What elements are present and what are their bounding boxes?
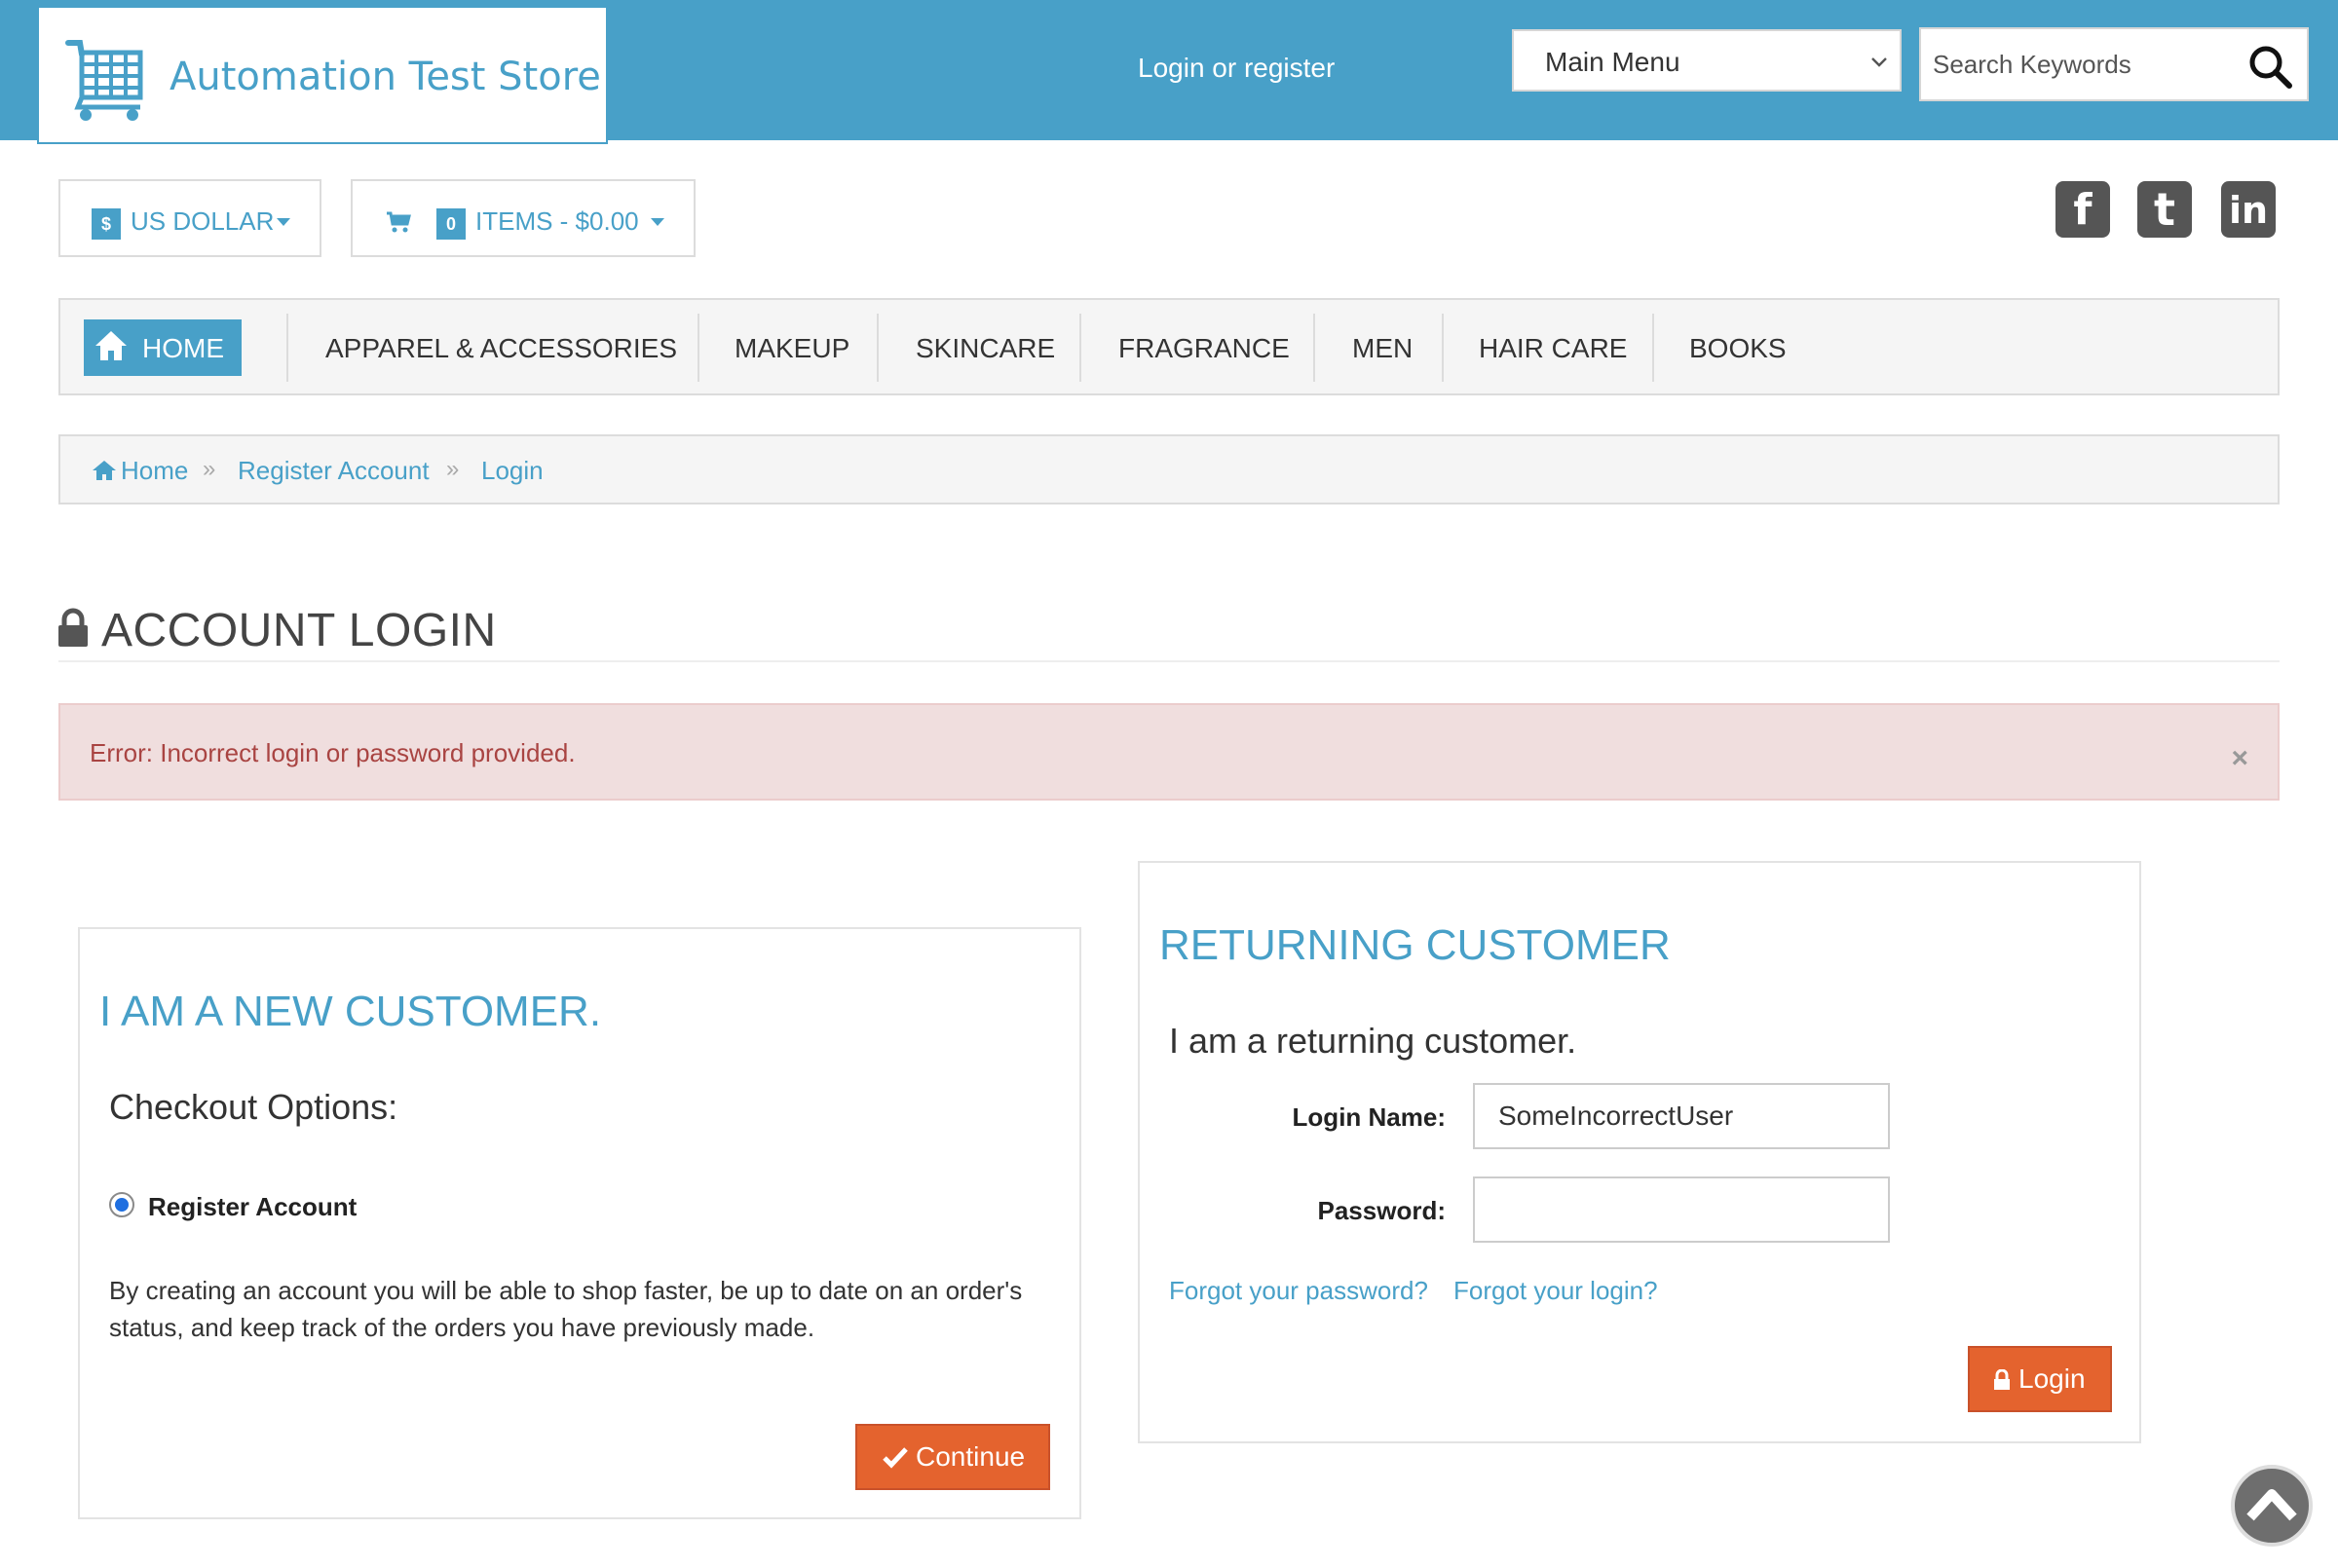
title-divider [58,660,2280,662]
search-icon[interactable] [2246,43,2293,90]
password-label: Password: [1317,1196,1447,1225]
currency-label: US DOLLAR [131,206,275,236]
breadcrumb-login[interactable]: Login [481,456,544,486]
lock-icon [58,608,88,647]
currency-dropdown[interactable]: $ US DOLLAR [58,179,321,257]
breadcrumb-home[interactable]: Home [121,456,188,486]
caret-down-icon [651,218,664,226]
logo-cart-icon [65,40,143,121]
returning-customer-panel: RETURNING CUSTOMER I am a returning cust… [1138,861,2141,1443]
cart-count-badge: 0 [436,208,466,240]
search-box [1919,27,2309,101]
forgot-password-link[interactable]: Forgot your password? [1169,1276,1428,1306]
search-input[interactable] [1931,39,2243,90]
returning-customer-title: RETURNING CUSTOMER [1159,921,1671,969]
forgot-login-link[interactable]: Forgot your login? [1453,1276,1658,1306]
scroll-to-top-button[interactable] [2231,1465,2313,1547]
breadcrumb-separator-icon: » [203,456,216,482]
nav-divider [286,314,288,382]
error-message: Error: Incorrect login or password provi… [90,738,576,767]
register-description: By creating an account you will be able … [109,1276,1023,1342]
store-logo[interactable]: Automation Test Store [37,6,608,144]
chevron-up-icon [2246,1489,2297,1521]
chevron-down-icon [1871,57,1887,67]
nav-divider [877,314,879,382]
store-name: Automation Test Store [170,55,601,99]
nav-divider [1652,314,1654,382]
breadcrumb-separator-icon: » [446,456,460,482]
page-title: ACCOUNT LOGIN [101,605,497,656]
category-nav: HOME APPAREL & ACCESSORIES MAKEUP SKINCA… [58,298,2280,395]
returning-customer-subtitle: I am a returning customer. [1169,1021,1577,1061]
main-menu-select[interactable]: Main Menu [1512,29,1902,92]
error-alert: Error: Incorrect login or password provi… [58,703,2280,801]
login-name-field[interactable] [1473,1083,1890,1149]
nav-divider [1079,314,1081,382]
register-account-radio[interactable] [109,1192,134,1217]
nav-divider [1442,314,1444,382]
linkedin-icon[interactable]: in [2221,181,2276,238]
new-customer-panel: I AM A NEW CUSTOMER. Checkout Options: R… [78,927,1081,1519]
breadcrumb: Home » Register Account » Login [58,434,2280,504]
password-field[interactable] [1473,1176,1890,1243]
home-icon [95,331,127,360]
nav-skincare[interactable]: SKINCARE [916,333,1055,364]
nav-men[interactable]: MEN [1352,333,1413,364]
login-button-label: Login [2018,1363,2086,1394]
cart-dropdown[interactable]: 0 ITEMS - $0.00 [351,179,696,257]
login-button[interactable]: Login [1968,1346,2112,1412]
currency-symbol-badge: $ [92,208,121,240]
check-icon [883,1447,908,1469]
main-menu-value: Main Menu [1545,47,1680,77]
top-header: Automation Test Store Login or register … [0,0,2338,144]
login-name-label: Login Name: [1292,1102,1446,1132]
nav-hair-care[interactable]: HAIR CARE [1479,333,1627,364]
home-icon [93,461,116,480]
nav-home-label: HOME [142,333,224,363]
login-or-register-link[interactable]: Login or register [1138,53,1335,84]
breadcrumb-register-account[interactable]: Register Account [238,456,430,486]
nav-apparel-accessories[interactable]: APPAREL & ACCESSORIES [325,333,677,364]
lock-icon [1994,1369,2010,1390]
cart-icon [387,211,411,233]
continue-button-label: Continue [916,1441,1026,1472]
facebook-icon[interactable]: f [2055,181,2110,238]
nav-home[interactable]: HOME [84,319,242,376]
nav-makeup[interactable]: MAKEUP [735,333,849,364]
continue-button[interactable]: Continue [855,1424,1050,1490]
twitter-icon[interactable]: t [2137,181,2192,238]
register-account-label[interactable]: Register Account [148,1192,357,1222]
nav-books[interactable]: BOOKS [1689,333,1787,364]
cart-total: ITEMS - $0.00 [475,206,639,236]
close-icon[interactable]: × [2231,742,2248,775]
new-customer-title: I AM A NEW CUSTOMER. [99,988,602,1035]
caret-down-icon [277,218,290,226]
nav-fragrance[interactable]: FRAGRANCE [1118,333,1290,364]
nav-divider [1313,314,1315,382]
checkout-options-heading: Checkout Options: [109,1087,398,1127]
nav-divider [698,314,699,382]
